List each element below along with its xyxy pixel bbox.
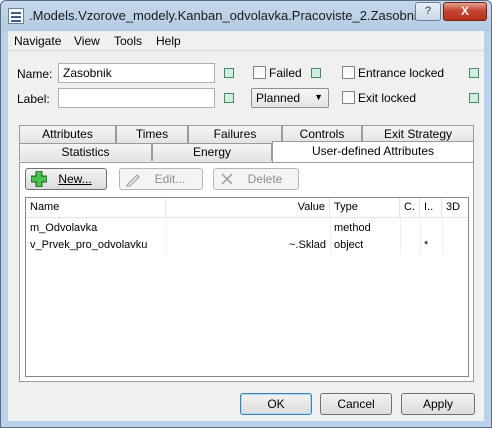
delete-icon <box>221 173 233 185</box>
table-row[interactable]: m_Odvolavka method <box>26 220 468 237</box>
entrance-locked-inherit-indicator[interactable] <box>469 68 479 78</box>
title-bar[interactable]: .Models.Vzorove_modely.Kanban_odvolavka.… <box>1 1 491 31</box>
label-field[interactable] <box>58 88 215 108</box>
tab-energy[interactable]: Energy <box>152 143 272 161</box>
menu-view[interactable]: View <box>74 34 100 48</box>
entrance-locked-checkbox[interactable] <box>342 66 355 79</box>
row-name: m_Odvolavka <box>30 222 98 234</box>
entrance-locked-label: Entrance locked <box>358 66 445 80</box>
exit-locked-checkbox[interactable] <box>342 91 355 104</box>
menu-navigate[interactable]: Navigate <box>14 34 61 48</box>
apply-button[interactable]: Apply <box>401 393 475 415</box>
column-c[interactable]: C. <box>400 198 420 218</box>
row-type: method <box>334 222 371 234</box>
app-icon <box>8 8 24 24</box>
window-title: .Models.Vzorove_modely.Kanban_odvolavka.… <box>29 8 424 23</box>
menu-tools[interactable]: Tools <box>114 34 142 48</box>
new-button-label: New... <box>58 172 92 186</box>
failed-checkbox[interactable] <box>253 66 266 79</box>
column-name[interactable]: Name <box>26 198 166 218</box>
label-label: Label: <box>17 92 50 106</box>
new-button[interactable]: New... <box>25 168 107 190</box>
name-field[interactable]: Zasobnik <box>58 63 215 83</box>
name-label: Name: <box>17 67 53 81</box>
delete-button-label: Delete <box>247 172 283 186</box>
row-i: * <box>424 239 429 251</box>
cancel-button[interactable]: Cancel <box>320 393 392 415</box>
failed-label: Failed <box>269 66 302 80</box>
row-name: v_Prvek_pro_odvolavku <box>30 239 148 251</box>
menu-bar: Navigate View Tools Help <box>8 31 484 51</box>
exit-locked-label: Exit locked <box>358 91 417 105</box>
help-button[interactable]: ? <box>415 2 441 21</box>
table-row[interactable]: v_Prvek_pro_odvolavku ~.Sklad object * <box>26 237 468 254</box>
edit-button-label: Edit... <box>154 172 186 186</box>
dialog-body: Navigate View Tools Help Name: Zasobnik … <box>8 31 484 421</box>
menu-help[interactable]: Help <box>156 34 181 48</box>
tab-user-defined-attributes[interactable]: User-defined Attributes <box>272 141 474 162</box>
column-value[interactable]: Value <box>166 198 330 218</box>
user-defined-attributes-panel: New... Edit... Delete Name Value Type C.… <box>19 162 474 382</box>
tab-times[interactable]: Times <box>116 125 188 143</box>
pencil-icon <box>125 174 140 187</box>
column-type[interactable]: Type <box>330 198 400 218</box>
tab-statistics[interactable]: Statistics <box>19 143 152 161</box>
close-button[interactable]: X <box>443 2 487 21</box>
column-i[interactable]: I.. <box>420 198 442 218</box>
row-type: object <box>334 239 364 251</box>
column-3d[interactable]: 3D <box>442 198 468 218</box>
delete-button[interactable]: Delete <box>213 168 299 190</box>
tab-failures[interactable]: Failures <box>188 125 282 143</box>
dialog-window: .Models.Vzorove_modely.Kanban_odvolavka.… <box>0 0 492 428</box>
table-header: Name Value Type C. I.. 3D <box>26 198 468 218</box>
add-icon <box>31 171 47 187</box>
attributes-table[interactable]: Name Value Type C. I.. 3D m_Odvolavka me… <box>25 197 469 377</box>
row-value: ~.Sklad <box>289 239 326 251</box>
ok-button[interactable]: OK <box>240 393 312 415</box>
name-inherit-indicator[interactable] <box>224 68 234 78</box>
state-value: Planned <box>256 91 301 105</box>
label-inherit-indicator[interactable] <box>224 93 234 103</box>
failed-inherit-indicator[interactable] <box>311 68 321 78</box>
edit-button[interactable]: Edit... <box>119 168 203 190</box>
tab-attributes[interactable]: Attributes <box>19 125 116 143</box>
chevron-down-icon: ▼ <box>314 92 323 102</box>
exit-locked-inherit-indicator[interactable] <box>469 93 479 103</box>
state-dropdown[interactable]: Planned ▼ <box>251 88 329 108</box>
